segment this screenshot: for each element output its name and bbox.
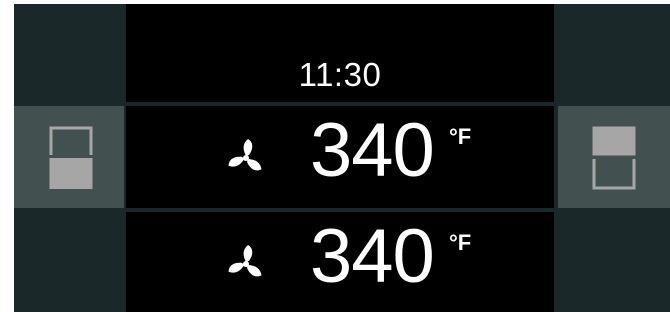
- upper-oven-temperature: 340: [310, 108, 435, 193]
- oven-control-display: 11:30 340 °F 340 °F: [14, 4, 670, 312]
- right-bottom-tile: [558, 212, 670, 312]
- lower-oven-select-button[interactable]: [558, 106, 670, 208]
- upper-oven-temperature-unit: °F: [449, 124, 472, 149]
- clock-display: 11:30: [298, 56, 382, 93]
- convection-fan-icon: [228, 245, 262, 277]
- right-top-tile: [558, 4, 670, 102]
- lower-oven-icon: [592, 126, 636, 190]
- lower-oven-panel[interactable]: 340 °F: [126, 212, 554, 312]
- lower-oven-temperature-unit: °F: [449, 230, 472, 255]
- convection-fan-icon: [228, 139, 262, 171]
- lower-oven-temperature: 340: [310, 214, 435, 299]
- clock-panel: 11:30: [126, 4, 554, 102]
- left-top-tile: [14, 4, 124, 102]
- left-bottom-tile: [14, 212, 124, 312]
- upper-oven-panel[interactable]: 340 °F: [126, 106, 554, 208]
- upper-oven-select-button[interactable]: [14, 106, 124, 208]
- upper-oven-icon: [49, 126, 93, 189]
